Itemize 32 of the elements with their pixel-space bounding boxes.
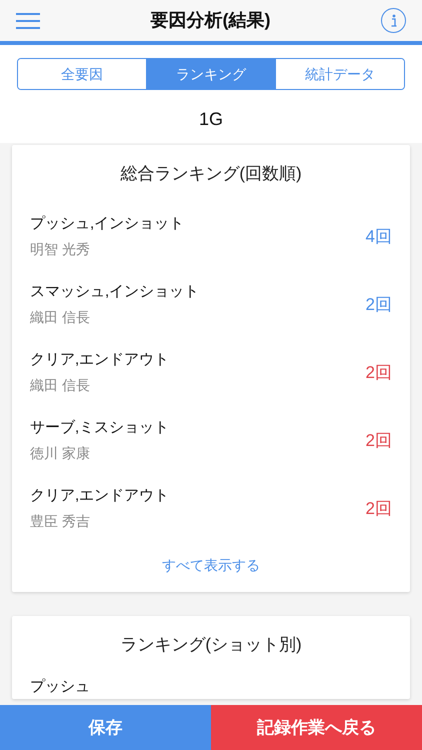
ranking-row[interactable]: サーブ,ミスショット 徳川 家康 2回 <box>12 406 410 474</box>
ranking-row[interactable]: スマッシュ,インショット 織田 信長 2回 <box>12 270 410 338</box>
count-value: 4回 <box>366 226 392 248</box>
ranking-row[interactable]: クリア,エンドアウト 豊臣 秀吉 2回 <box>12 474 410 542</box>
save-button[interactable]: 保存 <box>0 705 211 750</box>
back-to-recording-button[interactable]: 記録作業へ戻る <box>211 705 422 750</box>
info-icon[interactable] <box>381 8 406 33</box>
count-value: 2回 <box>366 294 392 316</box>
show-all-link[interactable]: すべて表示する <box>162 542 260 592</box>
segment-tab[interactable]: ランキング <box>146 59 275 89</box>
count-value: 2回 <box>366 430 392 452</box>
shot-name: スマッシュ,インショット <box>30 282 200 302</box>
count-value: 2回 <box>366 498 392 520</box>
card-title: ランキング(ショット別) <box>119 634 303 656</box>
count-value: 2回 <box>366 362 392 384</box>
ranking-row[interactable]: クリア,エンドアウト 織田 信長 2回 <box>12 338 410 406</box>
shot-name: プッシュ <box>30 678 90 695</box>
segment-tab[interactable]: 統計データ <box>275 59 404 89</box>
shot-name: プッシュ,インショット <box>30 214 184 234</box>
menu-icon[interactable] <box>16 12 40 28</box>
shot-name: クリア,エンドアウト <box>30 350 170 370</box>
player-name: 織田 信長 <box>30 308 91 328</box>
ranking-row[interactable]: プッシュ,インショット 明智 光秀 4回 <box>12 202 410 270</box>
player-name: 徳川 家康 <box>30 444 91 464</box>
shot-name: クリア,エンドアウト <box>30 486 170 506</box>
game-label: 1G <box>198 108 223 131</box>
player-name: 織田 信長 <box>30 376 91 396</box>
shot-name: サーブ,ミスショット <box>30 418 170 438</box>
player-name: 明智 光秀 <box>30 240 91 260</box>
screen-title: 要因分析(結果) <box>150 9 270 32</box>
player-name: 豊臣 秀吉 <box>30 512 91 532</box>
card-title: 総合ランキング(回数順) <box>119 163 303 185</box>
